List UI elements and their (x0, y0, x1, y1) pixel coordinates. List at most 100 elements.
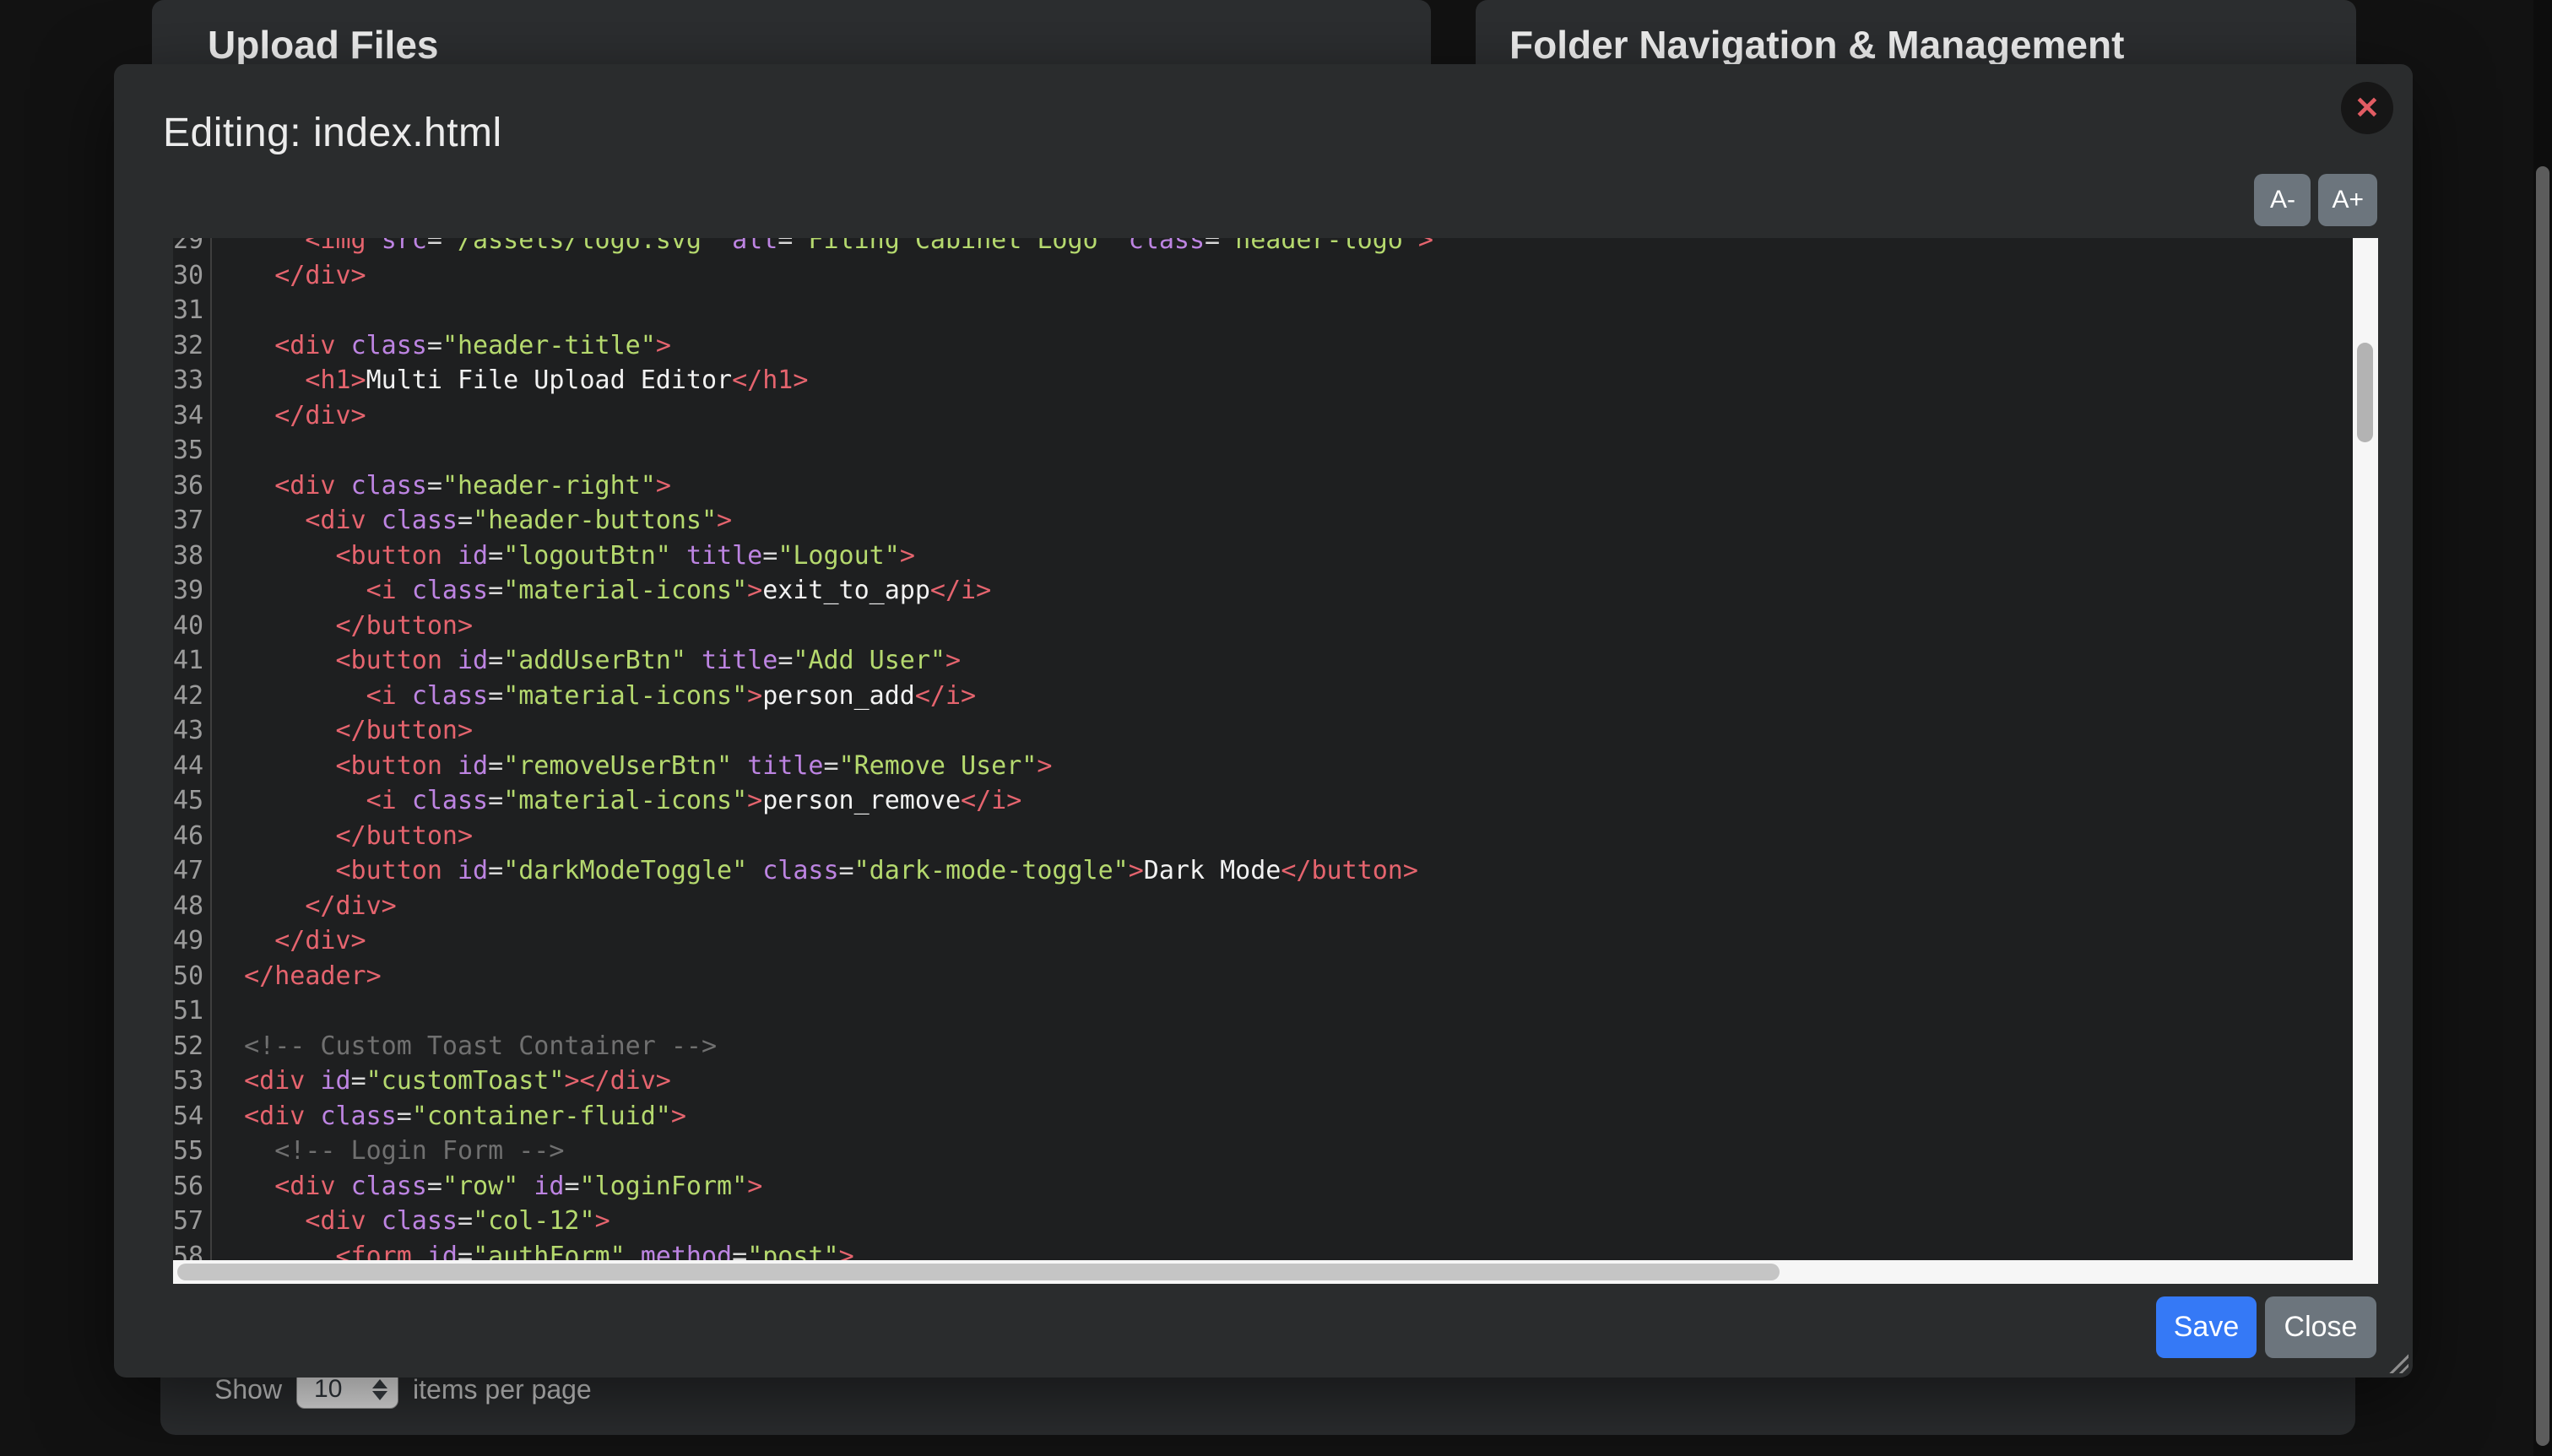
code-line: 40 </button> (173, 609, 2353, 644)
code-line: 38 <button id="logoutBtn" title="Logout"… (173, 539, 2353, 574)
line-number: 52 (173, 1029, 212, 1064)
code-text: <!-- Login Form --> (212, 1134, 564, 1169)
items-per-page-label: items per page (413, 1374, 592, 1405)
code-text: <button id="removeUserBtn" title="Remove… (212, 749, 1052, 784)
line-number: 45 (173, 783, 212, 819)
code-line: 31 (173, 293, 2353, 328)
line-number: 38 (173, 539, 212, 574)
line-number: 43 (173, 713, 212, 749)
line-number: 56 (173, 1169, 212, 1204)
code-line: 55 <!-- Login Form --> (173, 1134, 2353, 1169)
vertical-scroll-thumb[interactable] (2357, 343, 2373, 442)
code-line: 30 </div> (173, 258, 2353, 294)
line-number: 36 (173, 468, 212, 504)
code-line: 50</header> (173, 959, 2353, 994)
code-text: <!-- Custom Toast Container --> (212, 1029, 717, 1064)
code-line: 48 </div> (173, 889, 2353, 924)
font-increase-button[interactable]: A+ (2318, 174, 2377, 226)
line-number: 57 (173, 1204, 212, 1239)
code-line: 56 <div class="row" id="loginForm"> (173, 1169, 2353, 1204)
code-text: <i class="material-icons">exit_to_app</i… (212, 573, 991, 609)
code-line: 41 <button id="addUserBtn" title="Add Us… (173, 643, 2353, 679)
line-number: 58 (173, 1239, 212, 1261)
editor-horizontal-scrollbar[interactable] (173, 1260, 2353, 1284)
code-text: <i class="material-icons">person_add</i> (212, 679, 976, 714)
save-button[interactable]: Save (2156, 1296, 2257, 1358)
line-number: 42 (173, 679, 212, 714)
line-number: 30 (173, 258, 212, 294)
upload-files-header: Upload Files (152, 0, 1431, 68)
code-text: </button> (212, 713, 473, 749)
code-line: 34 </div> (173, 398, 2353, 434)
code-text: <div class="row" id="loginForm"> (212, 1169, 762, 1204)
code-line: 57 <div class="col-12"> (173, 1204, 2353, 1239)
code-line: 44 <button id="removeUserBtn" title="Rem… (173, 749, 2353, 784)
code-viewport: 29 <img src="/assets/logo.svg" alt="Fili… (173, 238, 2353, 1260)
code-text: <button id="addUserBtn" title="Add User"… (212, 643, 961, 679)
code-line: 49 </div> (173, 923, 2353, 959)
code-line: 33 <h1>Multi File Upload Editor</h1> (173, 363, 2353, 398)
font-decrease-button[interactable]: A- (2254, 174, 2311, 226)
page-scroll-thumb[interactable] (2536, 166, 2549, 1446)
code-text: </div> (212, 889, 397, 924)
font-size-controls: A- A+ (2254, 174, 2377, 226)
code-line: 47 <button id="darkModeToggle" class="da… (173, 853, 2353, 889)
close-icon: ✕ (2354, 93, 2380, 123)
folder-navigation-header: Folder Navigation & Management (1476, 0, 2356, 68)
horizontal-scroll-thumb[interactable] (177, 1264, 1780, 1280)
line-number: 35 (173, 433, 212, 468)
code-line: 39 <i class="material-icons">exit_to_app… (173, 573, 2353, 609)
code-line: 51 (173, 993, 2353, 1029)
code-text: </div> (212, 923, 366, 959)
code-line: 52<!-- Custom Toast Container --> (173, 1029, 2353, 1064)
code-line: 36 <div class="header-right"> (173, 468, 2353, 504)
line-number: 50 (173, 959, 212, 994)
code-text: <div id="customToast"></div> (212, 1064, 671, 1099)
code-text: <div class="header-title"> (212, 328, 671, 364)
code-line: 42 <i class="material-icons">person_add<… (173, 679, 2353, 714)
line-number: 44 (173, 749, 212, 784)
page-scrollbar[interactable] (2533, 0, 2552, 1456)
items-per-page-value: 10 (297, 1375, 372, 1404)
code-line: 54<div class="container-fluid"> (173, 1099, 2353, 1134)
line-number: 40 (173, 609, 212, 644)
scrollbar-corner (2353, 1260, 2378, 1284)
code-text: <h1>Multi File Upload Editor</h1> (212, 363, 808, 398)
modal-close-button[interactable]: ✕ (2341, 82, 2393, 134)
line-number: 47 (173, 853, 212, 889)
code-text: </button> (212, 609, 473, 644)
line-number: 34 (173, 398, 212, 434)
code-line: 35 (173, 433, 2353, 468)
code-text: <div class="col-12"> (212, 1204, 610, 1239)
close-button[interactable]: Close (2265, 1296, 2376, 1358)
code-text: <form id="authForm" method="post"> (212, 1239, 854, 1261)
code-text: </div> (212, 398, 366, 434)
code-text: <div class="container-fluid"> (212, 1099, 686, 1134)
show-label: Show (214, 1374, 282, 1405)
line-number: 37 (173, 503, 212, 539)
code-text: <i class="material-icons">person_remove<… (212, 783, 1021, 819)
code-editor[interactable]: 29 <img src="/assets/logo.svg" alt="Fili… (173, 238, 2378, 1284)
code-lines: 29 <img src="/assets/logo.svg" alt="Fili… (173, 238, 2353, 1260)
code-text (212, 993, 244, 1029)
line-number: 32 (173, 328, 212, 364)
code-text: <img src="/assets/logo.svg" alt="Filing … (212, 238, 1433, 258)
arrow-down-icon (372, 1391, 387, 1400)
editor-vertical-scrollbar[interactable] (2353, 238, 2378, 1260)
code-text (212, 293, 244, 328)
line-number: 48 (173, 889, 212, 924)
line-number: 53 (173, 1064, 212, 1099)
code-line: 32 <div class="header-title"> (173, 328, 2353, 364)
modal-resize-grip[interactable] (2388, 1353, 2408, 1373)
code-text: </header> (212, 959, 382, 994)
code-text: </button> (212, 819, 473, 854)
line-number: 29 (173, 238, 212, 258)
line-number: 41 (173, 643, 212, 679)
code-line: 45 <i class="material-icons">person_remo… (173, 783, 2353, 819)
arrow-up-icon (372, 1379, 387, 1388)
line-number: 55 (173, 1134, 212, 1169)
code-text: <div class="header-buttons"> (212, 503, 732, 539)
modal-title: Editing: index.html (163, 110, 502, 156)
code-text: <button id="logoutBtn" title="Logout"> (212, 539, 915, 574)
code-text (212, 433, 244, 468)
